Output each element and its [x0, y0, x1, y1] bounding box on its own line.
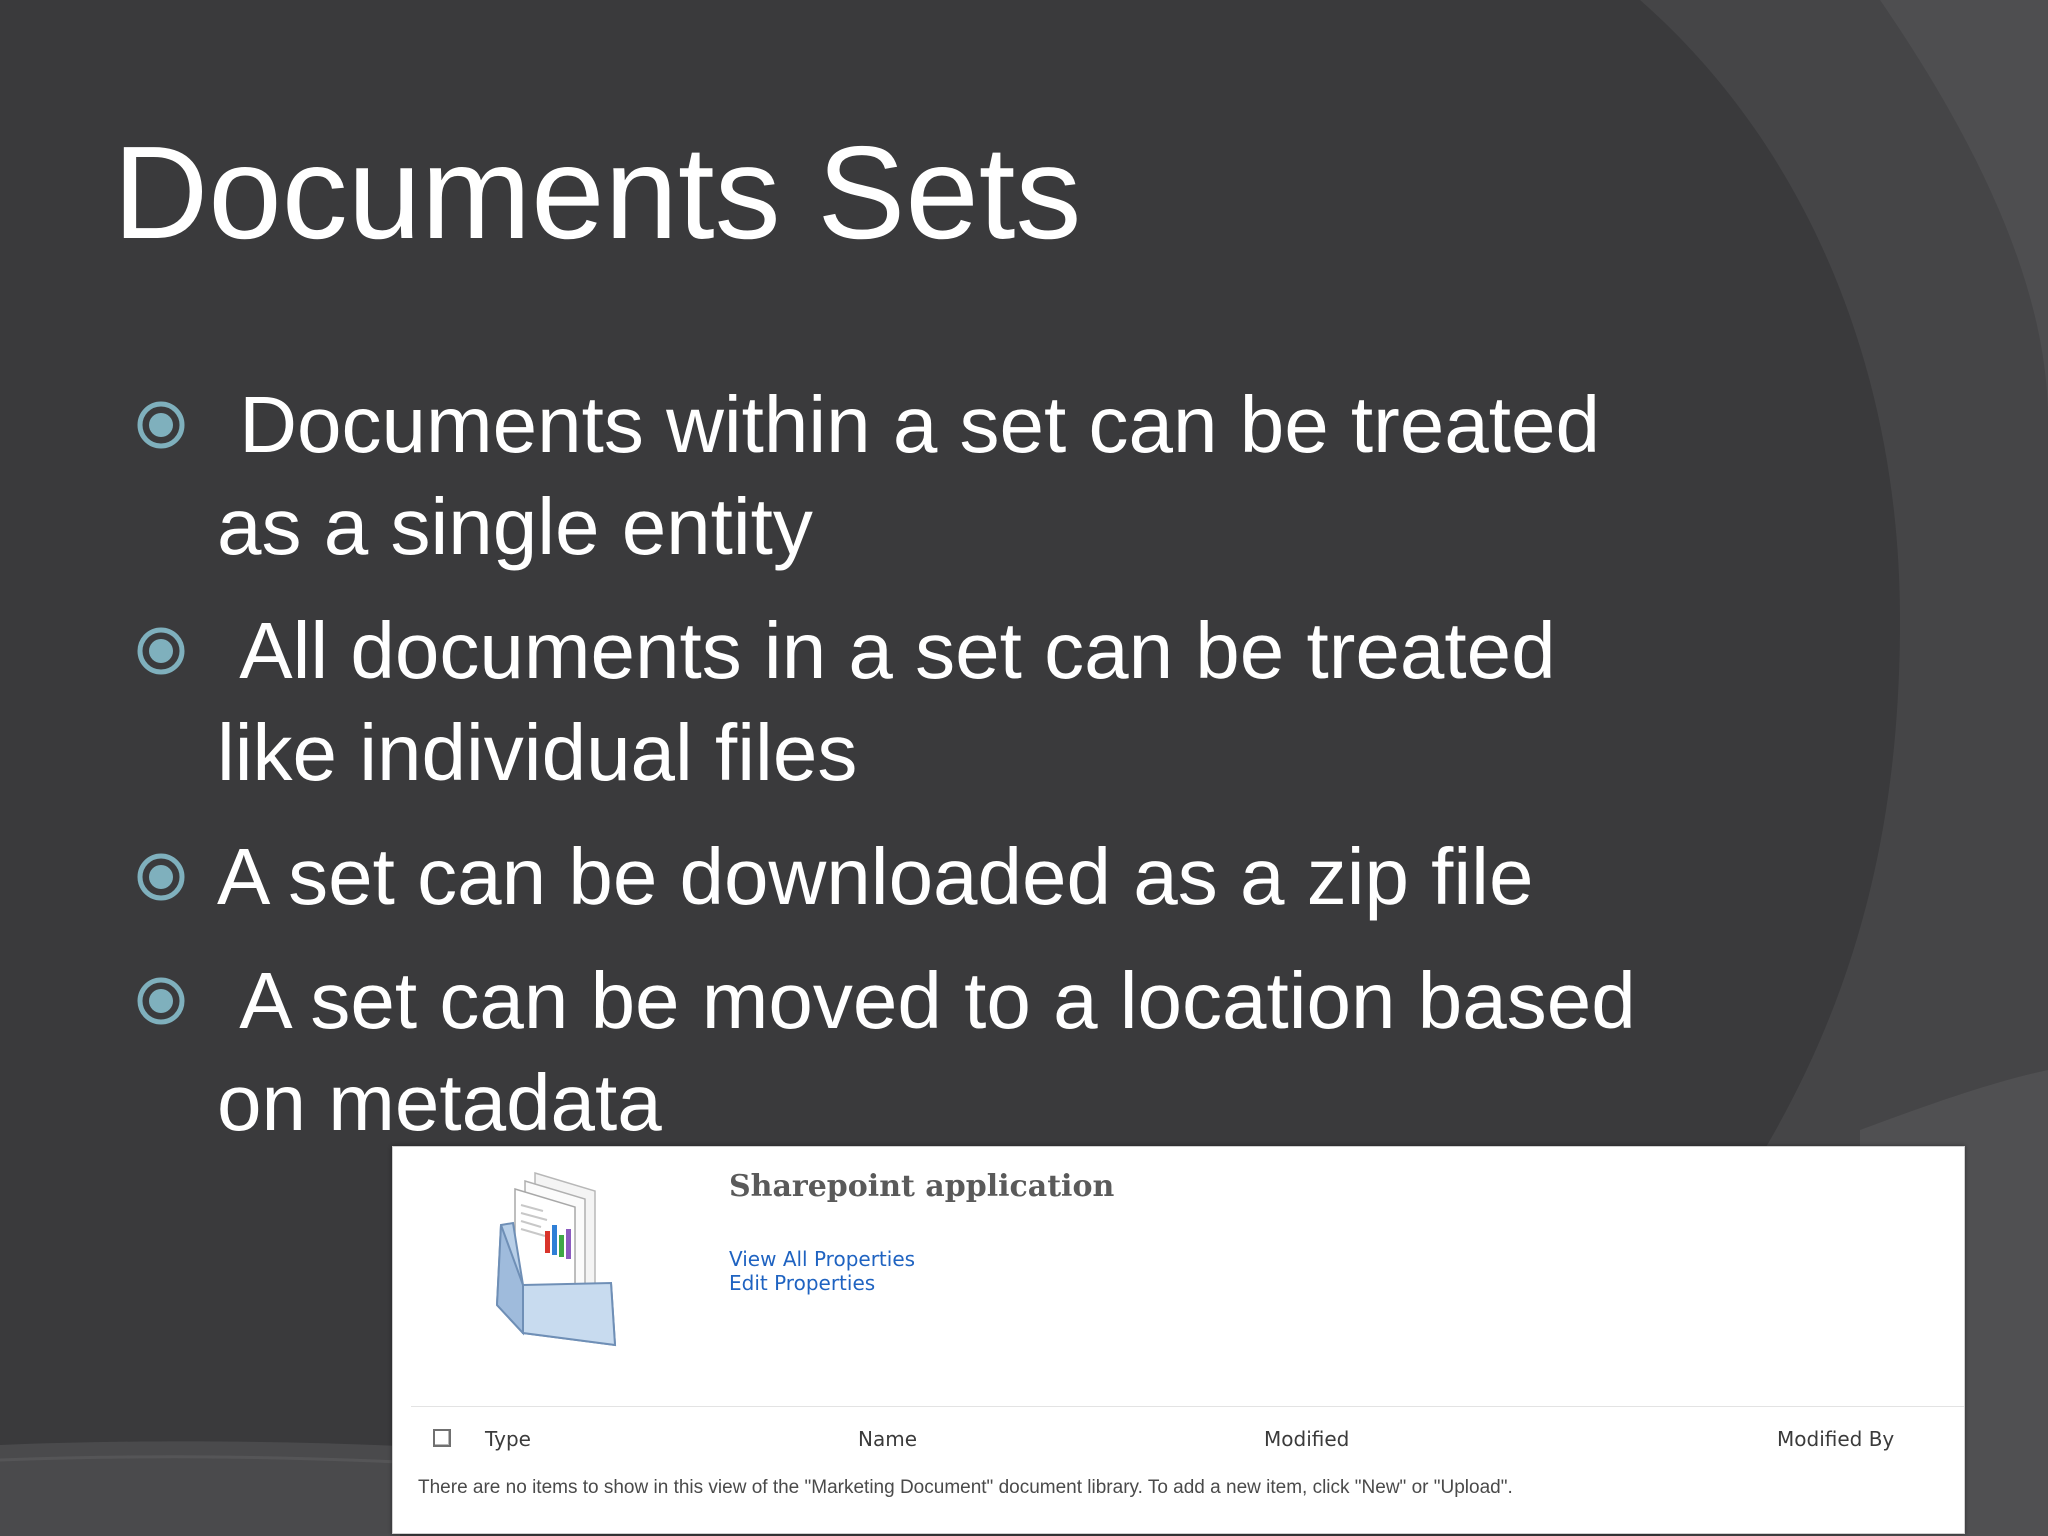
edit-properties-link[interactable]: Edit Properties	[729, 1271, 875, 1295]
bullet-text: Documents within a set can be treated as…	[217, 380, 1600, 571]
column-header-modified-by[interactable]: Modified By	[1777, 1427, 1894, 1451]
bullet-text: All documents in a set can be treated li…	[217, 606, 1556, 797]
view-all-properties-link[interactable]: View All Properties	[729, 1247, 915, 1271]
column-header-type[interactable]: Type	[485, 1427, 531, 1451]
column-header-name[interactable]: Name	[858, 1427, 917, 1451]
column-header-modified[interactable]: Modified	[1264, 1427, 1349, 1451]
empty-list-message: There are no items to show in this view …	[418, 1477, 1513, 1498]
document-set-title: Sharepoint application	[729, 1169, 1115, 1204]
slide-title: Documents Sets	[113, 119, 1082, 266]
target-bullet-icon	[137, 401, 185, 449]
target-bullet-icon	[137, 853, 185, 901]
list-header-row: Type Name Modified Modified By	[393, 1427, 1964, 1459]
bullet-text: A set can be moved to a location based o…	[217, 956, 1636, 1147]
document-set-icon	[495, 1171, 617, 1347]
select-all-checkbox[interactable]	[433, 1429, 451, 1447]
sharepoint-document-set-panel: Sharepoint application View All Properti…	[392, 1146, 1965, 1534]
target-bullet-icon	[137, 977, 185, 1025]
header-divider	[411, 1406, 1964, 1407]
bullet-text: A set can be downloaded as a zip file	[217, 832, 1534, 921]
target-bullet-icon	[137, 627, 185, 675]
